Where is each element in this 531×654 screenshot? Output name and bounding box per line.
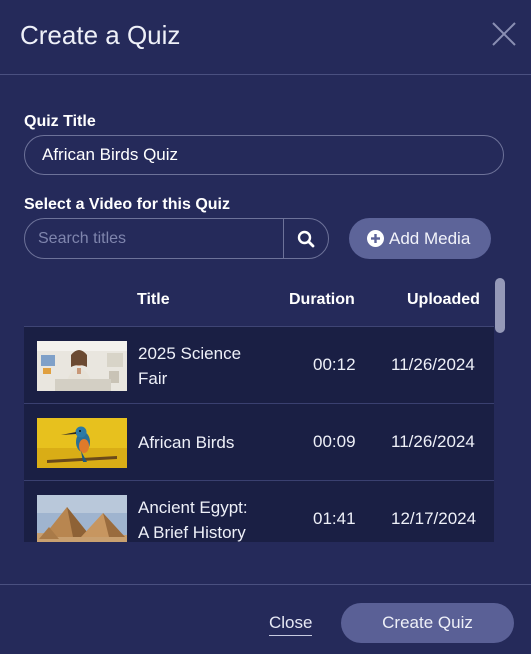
search-field bbox=[24, 218, 329, 259]
create-quiz-button[interactable]: Create Quiz bbox=[341, 603, 514, 643]
row-title-line: African Birds bbox=[138, 433, 235, 452]
row-uploaded: 11/26/2024 bbox=[391, 432, 475, 451]
row-duration: 01:41 bbox=[313, 509, 356, 528]
row-title-line: Ancient Egypt: bbox=[138, 498, 248, 517]
kingfisher-bird-thumbnail bbox=[37, 418, 127, 468]
column-header-duration[interactable]: Duration bbox=[289, 291, 355, 309]
footer-divider bbox=[0, 584, 531, 585]
video-select-label: Select a Video for this Quiz bbox=[24, 196, 230, 213]
row-title-line: Fair bbox=[138, 369, 168, 388]
search-input[interactable] bbox=[25, 219, 283, 258]
quiz-title-label: Quiz Title bbox=[24, 113, 96, 130]
row-duration: 00:09 bbox=[313, 432, 356, 451]
row-title-line: A Brief History bbox=[138, 523, 246, 542]
search-icon bbox=[297, 230, 315, 248]
close-button[interactable]: Close bbox=[269, 613, 313, 636]
classroom-presenter-thumbnail bbox=[37, 341, 127, 391]
table-header: Title Duration Uploaded bbox=[24, 278, 494, 327]
row-duration: 00:12 bbox=[313, 355, 356, 374]
quiz-title-input[interactable] bbox=[24, 135, 504, 175]
row-uploaded: 12/17/2024 bbox=[391, 509, 477, 528]
row-title-line: 2025 Science bbox=[138, 344, 242, 363]
row-uploaded: 11/26/2024 bbox=[391, 355, 475, 374]
add-media-button[interactable]: Add Media bbox=[349, 218, 491, 259]
plus-circle-icon bbox=[367, 230, 384, 247]
table-row[interactable]: African Birds 00:09 11/26/2024 bbox=[24, 404, 494, 481]
search-button[interactable] bbox=[284, 219, 328, 258]
add-media-label: Add Media bbox=[389, 229, 471, 248]
header-divider bbox=[0, 74, 531, 75]
dialog-header: Create a Quiz bbox=[0, 0, 531, 74]
pyramids-thumbnail bbox=[37, 495, 127, 542]
scrollbar-thumb[interactable] bbox=[495, 278, 505, 333]
column-header-title[interactable]: Title bbox=[137, 291, 170, 309]
close-icon[interactable] bbox=[490, 20, 518, 48]
dialog-title: Create a Quiz bbox=[20, 20, 181, 50]
table-row[interactable]: 2025 Science Fair 00:12 11/26/2024 bbox=[24, 327, 494, 404]
video-table: Title Duration Uploaded 2025 Science Fai… bbox=[24, 278, 494, 542]
column-header-uploaded[interactable]: Uploaded bbox=[407, 291, 480, 309]
table-row[interactable]: Ancient Egypt: A Brief History 01:41 12/… bbox=[24, 481, 494, 542]
